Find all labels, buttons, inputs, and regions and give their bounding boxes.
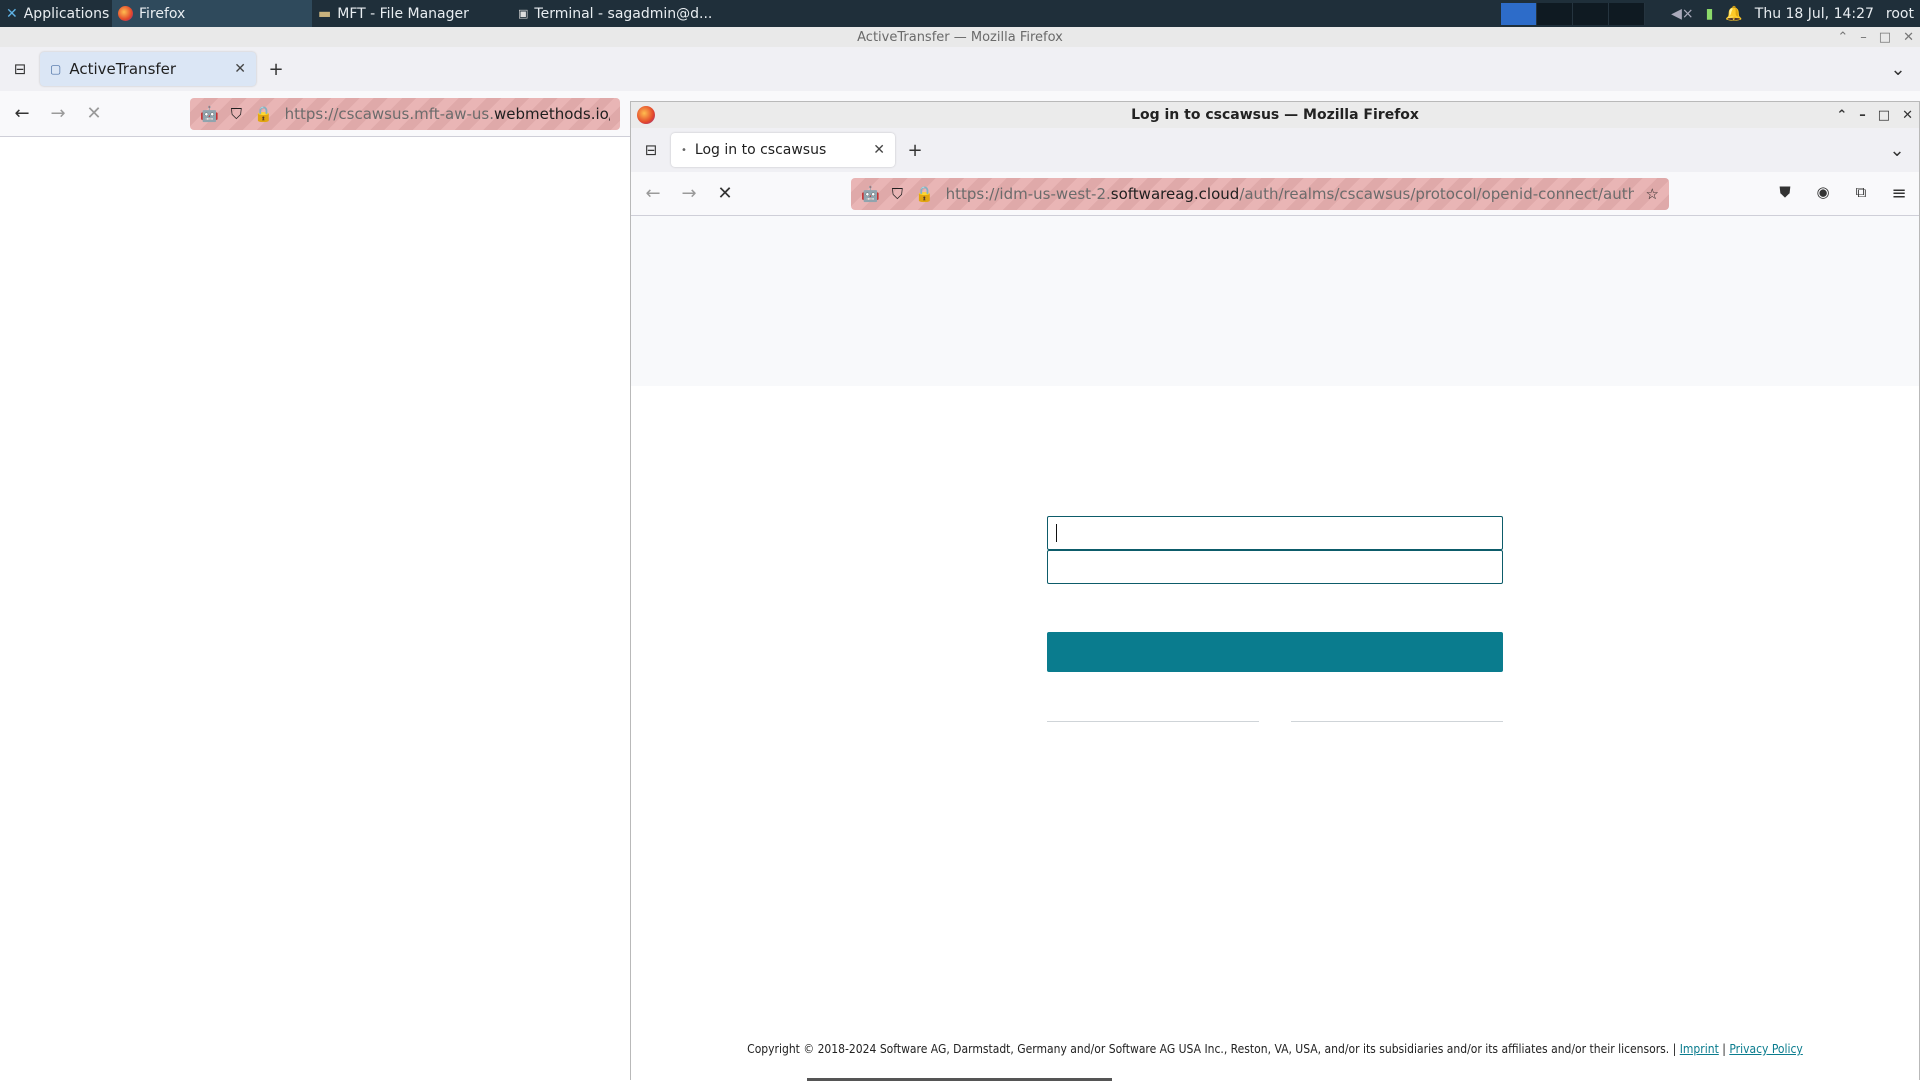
footer-separator: | [1722, 1042, 1726, 1056]
folder-icon: ▬ [318, 5, 332, 22]
close-icon[interactable]: ✕ [1903, 30, 1914, 45]
shield-icon[interactable]: ⛉ [892, 185, 903, 203]
window-titlebar[interactable]: ActiveTransfer — Mozilla Firefox ⌃ – □ ✕ [0, 27, 1920, 47]
tab-bar: ⊟ • Log in to cscawsus ✕ + ⌄ [631, 128, 1919, 172]
username-field[interactable] [1047, 516, 1503, 550]
minimize-icon[interactable]: – [1860, 30, 1867, 45]
tab-overview-icon[interactable]: ⊟ [641, 141, 661, 159]
divider-row [1047, 721, 1503, 722]
taskbar-item-firefox[interactable]: Firefox [112, 0, 312, 27]
tab-label: ActiveTransfer [69, 60, 177, 78]
url-prefix: https://idm-us-west-2. [945, 184, 1111, 203]
page-footer: Copyright © 2018-2024 Software AG, Darms… [631, 1042, 1919, 1056]
taskbar-item-label: Terminal - sagadmin@d... [534, 5, 712, 22]
workspace-1[interactable] [1501, 2, 1538, 25]
stop-loading-icon[interactable]: ✕ [84, 103, 104, 124]
url-bar[interactable]: 🤖 ⛉ 🔒 https://idm-us-west-2.softwareag.c… [851, 177, 1669, 210]
login-form [1047, 516, 1503, 722]
notification-bell-icon[interactable]: 🔔 [1725, 6, 1742, 22]
text-caret [1056, 524, 1057, 542]
chevron-up-icon[interactable]: ⌃ [1837, 30, 1848, 45]
user-name[interactable]: root [1886, 6, 1914, 22]
login-page: Copyright © 2018-2024 Software AG, Darms… [631, 216, 1919, 1081]
minimize-icon[interactable]: – [1859, 108, 1866, 123]
applications-menu[interactable]: ✕ Applications [0, 0, 112, 27]
window-titlebar[interactable]: Log in to cscawsus — Mozilla Firefox ⌃ –… [631, 102, 1919, 128]
hamburger-menu-icon[interactable]: ≡ [1889, 183, 1909, 204]
tab-label: Log in to cscawsus [694, 142, 827, 158]
divider-left [1047, 721, 1259, 722]
workspace-2[interactable] [1537, 2, 1574, 25]
back-icon[interactable]: ← [643, 183, 663, 204]
stop-loading-icon[interactable]: ✕ [715, 183, 735, 204]
url-prefix: https://cscawsus.mft-aw-us. [284, 104, 494, 123]
top-panel: ✕ Applications Firefox ▬ MFT - File Mana… [0, 0, 1920, 27]
divider-right [1291, 721, 1503, 722]
maximize-icon[interactable]: □ [1879, 30, 1891, 45]
url-host: webmethods.io/ [493, 104, 610, 123]
chevron-up-icon[interactable]: ⌃ [1836, 108, 1847, 123]
url-host: softwareag.cloud [1110, 184, 1240, 203]
taskbar-item-label: Firefox [139, 5, 186, 22]
url-path: /auth/realms/cscawsus/protocol/openid-co… [1239, 184, 1634, 203]
volume-muted-icon[interactable]: ◀× [1671, 6, 1694, 22]
shield-icon[interactable]: ⛉ [231, 105, 242, 123]
terminal-icon: ▣ [518, 7, 529, 20]
back-icon[interactable]: ← [12, 103, 32, 124]
copyright-text: Copyright © 2018-2024 Software AG, Darms… [747, 1042, 1677, 1056]
taskbar-item-terminal[interactable]: ▣ Terminal - sagadmin@d... [512, 0, 712, 27]
remote-control-icon: 🤖 [200, 104, 219, 123]
page-icon: ▢ [50, 62, 62, 76]
workspace-3[interactable] [1573, 2, 1610, 25]
firefox-window-login: Log in to cscawsus — Mozilla Firefox ⌃ –… [630, 101, 1920, 1081]
taskbar-item-file-manager[interactable]: ▬ MFT - File Manager [312, 0, 512, 27]
extensions-icon[interactable]: ⧉ [1851, 183, 1871, 204]
remote-control-icon: 🤖 [861, 184, 880, 203]
tab-login[interactable]: • Log in to cscawsus ✕ [671, 133, 895, 167]
tab-activetransfer[interactable]: ▢ ActiveTransfer ✕ [40, 52, 256, 86]
privacy-policy-link[interactable]: Privacy Policy [1729, 1042, 1803, 1056]
maximize-icon[interactable]: □ [1878, 108, 1890, 123]
lock-icon[interactable]: 🔒 [254, 105, 273, 123]
close-icon[interactable]: ✕ [1902, 108, 1913, 123]
close-tab-icon[interactable]: ✕ [234, 61, 246, 77]
workspace-4[interactable] [1609, 2, 1646, 25]
forward-icon[interactable]: → [48, 103, 68, 124]
new-tab-icon[interactable]: + [266, 59, 286, 80]
lock-icon[interactable]: 🔒 [915, 185, 934, 203]
pocket-icon[interactable]: ⛊ [1775, 183, 1795, 204]
window-title: ActiveTransfer — Mozilla Firefox [857, 29, 1063, 45]
loading-dot-icon: • [681, 144, 687, 156]
bookmark-star-icon[interactable]: ☆ [1646, 185, 1659, 203]
imprint-link[interactable]: Imprint [1680, 1042, 1719, 1056]
tab-bar: ⊟ ▢ ActiveTransfer ✕ + ⌄ [0, 47, 1920, 91]
workspace-switcher[interactable] [1501, 2, 1646, 25]
forward-icon[interactable]: → [679, 183, 699, 204]
password-field[interactable] [1047, 550, 1503, 584]
firefox-icon [118, 6, 133, 21]
list-all-tabs-icon[interactable]: ⌄ [1888, 59, 1908, 80]
applications-label: Applications [23, 5, 110, 22]
clock[interactable]: Thu 18 Jul, 14:27 [1755, 6, 1874, 22]
battery-icon[interactable]: ▮ [1706, 6, 1714, 22]
login-button[interactable] [1047, 632, 1503, 672]
window-title: Log in to cscawsus — Mozilla Firefox [1131, 107, 1419, 123]
url-bar[interactable]: 🤖 ⛉ 🔒 https://cscawsus.mft-aw-us.webmeth… [190, 97, 620, 130]
list-all-tabs-icon[interactable]: ⌄ [1887, 140, 1907, 161]
firefox-icon [637, 106, 655, 124]
tab-overview-icon[interactable]: ⊟ [10, 60, 30, 78]
new-tab-icon[interactable]: + [905, 140, 925, 161]
close-tab-icon[interactable]: ✕ [873, 142, 885, 158]
system-tray: ◀× ▮ 🔔 Thu 18 Jul, 14:27 root [1501, 0, 1920, 27]
taskbar-item-label: MFT - File Manager [337, 5, 469, 22]
account-icon[interactable]: ◉ [1813, 183, 1833, 204]
page-header-area [631, 216, 1919, 386]
navigation-bar: ← → ✕ 🤖 ⛉ 🔒 https://idm-us-west-2.softwa… [631, 172, 1919, 216]
xfce-icon: ✕ [6, 5, 18, 22]
